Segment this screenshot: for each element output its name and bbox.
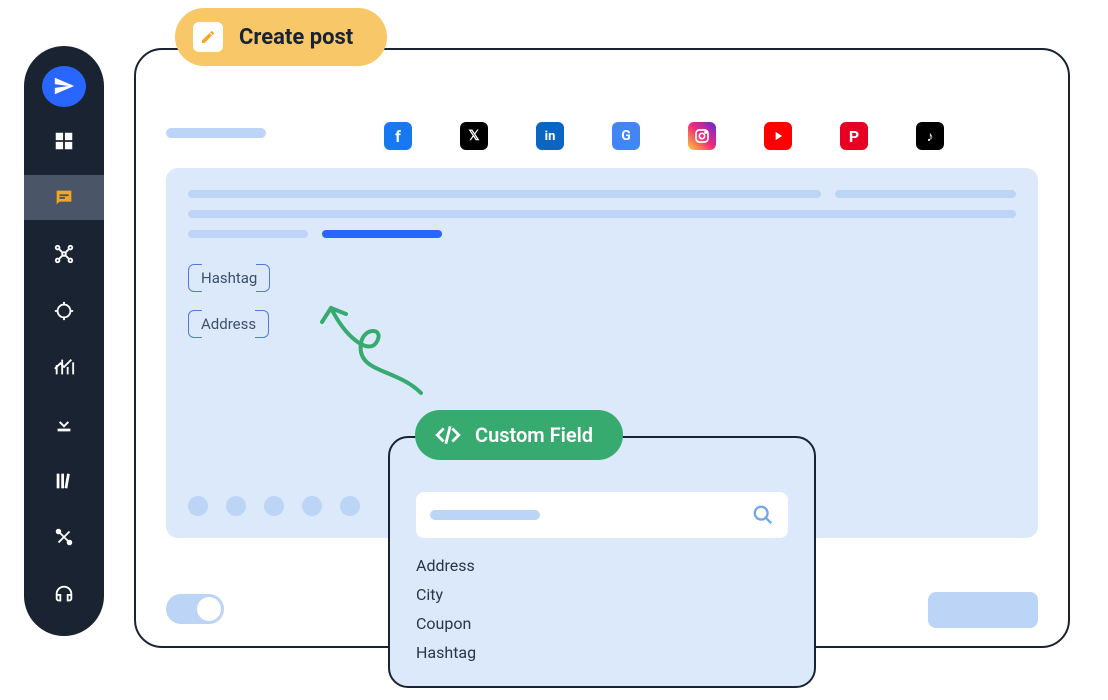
nav-tools[interactable] <box>40 515 88 560</box>
library-icon <box>53 470 75 492</box>
network-icon <box>53 243 75 265</box>
text-placeholder <box>835 190 1016 198</box>
google-business-icon[interactable]: G <box>612 122 640 150</box>
cf-option-hashtag[interactable]: Hashtag <box>416 643 788 662</box>
inserted-tags: Hashtag Address <box>188 260 1016 342</box>
analytics-icon <box>53 356 75 378</box>
target-icon <box>53 300 75 322</box>
pinterest-icon[interactable]: P <box>840 122 868 150</box>
social-network-row: f 𝕏 in G P ♪ <box>384 122 1040 150</box>
instagram-icon[interactable] <box>688 122 716 150</box>
linkedin-icon[interactable]: in <box>536 122 564 150</box>
nav-library[interactable] <box>40 458 88 503</box>
dot[interactable] <box>226 496 246 516</box>
dot[interactable] <box>340 496 360 516</box>
x-twitter-icon[interactable]: 𝕏 <box>460 122 488 150</box>
sidebar-nav <box>24 46 104 636</box>
send-icon <box>53 75 75 97</box>
facebook-icon[interactable]: f <box>384 122 412 150</box>
pencil-icon <box>193 22 223 52</box>
toggle-knob <box>197 597 221 621</box>
youtube-icon[interactable] <box>764 122 792 150</box>
submit-button[interactable] <box>928 592 1038 628</box>
nav-network[interactable] <box>40 232 88 277</box>
nav-support[interactable] <box>40 571 88 616</box>
search-placeholder <box>430 510 540 520</box>
text-highlight <box>322 230 442 238</box>
custom-field-label: Custom Field <box>475 423 593 447</box>
custom-field-list: Address City Coupon Hashtag <box>416 556 788 662</box>
footer-toggle[interactable] <box>166 594 224 624</box>
text-placeholder <box>188 190 821 198</box>
cf-option-city[interactable]: City <box>416 585 788 604</box>
tag-chip-address[interactable]: Address <box>188 310 269 338</box>
text-placeholder <box>188 230 308 238</box>
tools-icon <box>53 526 75 548</box>
create-post-button[interactable]: Create post <box>175 8 387 66</box>
title-placeholder <box>166 128 266 138</box>
nav-dashboard[interactable] <box>40 119 88 164</box>
nav-send[interactable] <box>42 66 86 107</box>
cf-option-address[interactable]: Address <box>416 556 788 575</box>
cf-option-coupon[interactable]: Coupon <box>416 614 788 633</box>
headset-icon <box>53 583 75 605</box>
chat-icon <box>53 187 75 209</box>
tag-chip-hashtag[interactable]: Hashtag <box>188 264 270 292</box>
nav-analytics[interactable] <box>40 345 88 390</box>
text-placeholder <box>188 210 1016 218</box>
code-icon <box>435 422 461 448</box>
attachment-dots <box>188 496 360 516</box>
create-post-label: Create post <box>239 25 353 50</box>
nav-chat[interactable] <box>24 175 104 220</box>
dot[interactable] <box>264 496 284 516</box>
nav-download[interactable] <box>40 402 88 447</box>
dot[interactable] <box>188 496 208 516</box>
custom-field-button[interactable]: Custom Field <box>415 410 623 460</box>
tiktok-icon[interactable]: ♪ <box>916 122 944 150</box>
nav-target[interactable] <box>40 289 88 334</box>
dot[interactable] <box>302 496 322 516</box>
download-icon <box>53 413 75 435</box>
grid-icon <box>53 130 75 152</box>
custom-field-panel: Address City Coupon Hashtag <box>388 436 816 688</box>
custom-field-search[interactable] <box>416 492 788 538</box>
search-icon <box>752 504 774 526</box>
